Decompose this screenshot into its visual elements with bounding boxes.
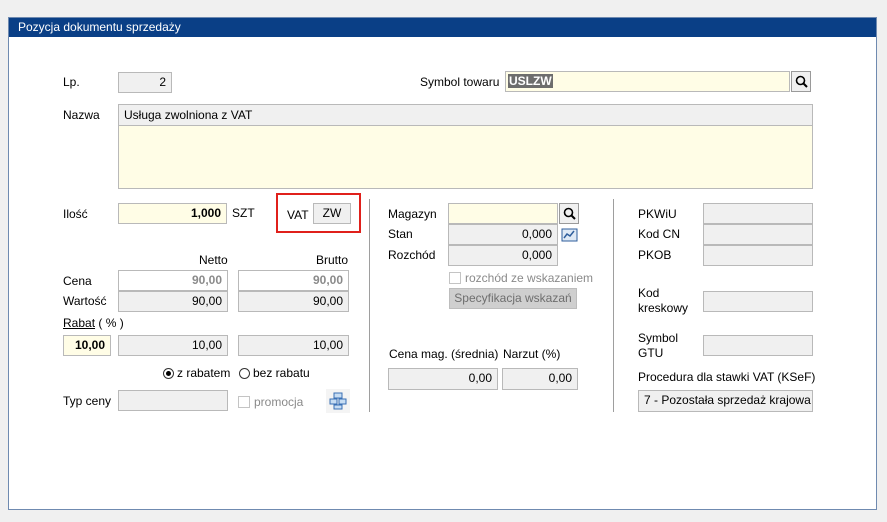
rabat-label-group: Rabat ( % ) <box>63 316 124 330</box>
wartosc-label: Wartość <box>63 294 107 308</box>
kod-kreskowy-label: Kod kreskowy <box>638 286 688 316</box>
symbol-gtu-field[interactable] <box>703 335 813 356</box>
nazwa-line1[interactable]: Usługa zwolniona z VAT <box>118 104 813 126</box>
procedura-select[interactable]: 7 - Pozostała sprzedaż krajowa <box>638 390 813 412</box>
promocja-label: promocja <box>254 395 304 409</box>
rozchod-wskazanie-checkbox[interactable]: rozchód ze wskazaniem <box>449 271 593 285</box>
separator-right <box>613 199 614 412</box>
symbol-gtu-label-line2: GTU <box>638 346 664 360</box>
promocja-checkbox[interactable]: promocja <box>238 395 303 409</box>
search-icon <box>563 207 576 220</box>
kodcn-label: Kod CN <box>638 227 681 241</box>
kod-kreskowy-label-line1: Kod <box>638 286 660 300</box>
specyfikacja-button[interactable]: Specyfikacja wskazań <box>449 288 577 309</box>
symbol-gtu-label: Symbol GTU <box>638 331 678 361</box>
wartosc-brutto-field: 90,00 <box>238 291 349 312</box>
stan-field: 0,000 <box>448 224 558 245</box>
typ-ceny-field[interactable] <box>118 390 228 411</box>
lp-label: Lp. <box>63 75 80 89</box>
narzut-label: Narzut (%) <box>503 347 561 361</box>
magazyn-input[interactable] <box>448 203 558 224</box>
radio-z-rabatem-label: z rabatem <box>177 366 231 380</box>
nazwa-label: Nazwa <box>63 108 100 122</box>
symbol-value: USLZW <box>508 74 553 88</box>
radio-bez-rabatu-dot <box>239 367 250 379</box>
wartosc-netto-field: 90,00 <box>118 291 228 312</box>
stan-label: Stan <box>388 227 413 241</box>
brutto-header: Brutto <box>316 253 349 267</box>
pkob-field[interactable] <box>703 245 813 266</box>
vat-field[interactable]: ZW <box>313 203 351 224</box>
price-list-button[interactable] <box>326 389 350 413</box>
symbol-input[interactable]: USLZW <box>505 71 790 92</box>
magazyn-label: Magazyn <box>388 207 437 221</box>
ilosc-input[interactable]: 1,000 <box>118 203 227 224</box>
nazwa-textarea[interactable] <box>118 125 813 189</box>
cena-mag-label: Cena mag. (średnia) <box>389 347 499 361</box>
pkob-label: PKOB <box>638 248 672 262</box>
netto-header: Netto <box>199 253 228 267</box>
stock-info-button[interactable] <box>561 227 578 243</box>
rozchod-field: 0,000 <box>448 245 558 266</box>
vat-label: VAT <box>287 208 309 222</box>
radio-z-rabatem-dot <box>163 367 174 379</box>
rabat-netto-field: 10,00 <box>118 335 228 356</box>
rabat-unit: ( % ) <box>98 316 124 330</box>
cena-brutto-field[interactable]: 90,00 <box>238 270 349 291</box>
cena-mag-field: 0,00 <box>388 368 498 390</box>
separator-left <box>369 199 370 412</box>
promocja-checkbox-box <box>238 396 250 408</box>
rozchod-wskazanie-box <box>449 272 461 284</box>
search-icon <box>795 75 808 88</box>
rabat-brutto-field: 10,00 <box>238 335 349 356</box>
procedura-label: Procedura dla stawki VAT (KSeF) <box>638 370 816 384</box>
typ-ceny-label: Typ ceny <box>63 394 112 408</box>
narzut-field: 0,00 <box>502 368 578 390</box>
stock-chart-icon <box>561 228 578 242</box>
kod-kreskowy-field[interactable] <box>703 291 813 312</box>
symbol-label: Symbol towaru <box>420 75 500 89</box>
rozchod-wskazanie-label: rozchód ze wskazaniem <box>465 271 594 285</box>
ilosc-unit: SZT <box>232 206 255 220</box>
lp-field: 2 <box>118 72 172 93</box>
cena-netto-field[interactable]: 90,00 <box>118 270 228 291</box>
rabat-percent-input[interactable]: 10,00 <box>63 335 111 356</box>
radio-bez-rabatu[interactable]: bez rabatu <box>239 366 310 380</box>
rozchod-label: Rozchód <box>388 248 436 262</box>
ilosc-label: Ilość <box>63 207 88 221</box>
symbol-gtu-label-line1: Symbol <box>638 331 679 345</box>
kodcn-field[interactable] <box>703 224 813 245</box>
pkwiu-label: PKWiU <box>638 207 677 221</box>
symbol-search-button[interactable] <box>791 71 811 92</box>
pkwiu-field[interactable] <box>703 203 813 224</box>
magazyn-search-button[interactable] <box>559 203 579 224</box>
price-list-icon <box>329 392 347 410</box>
cena-label: Cena <box>63 274 92 288</box>
radio-z-rabatem[interactable]: z rabatem <box>163 366 230 380</box>
rabat-label: Rabat <box>63 316 96 330</box>
kod-kreskowy-label-line2: kreskowy <box>638 301 689 315</box>
radio-bez-rabatu-label: bez rabatu <box>253 366 310 380</box>
window-title: Pozycja dokumentu sprzedaży <box>9 18 876 37</box>
